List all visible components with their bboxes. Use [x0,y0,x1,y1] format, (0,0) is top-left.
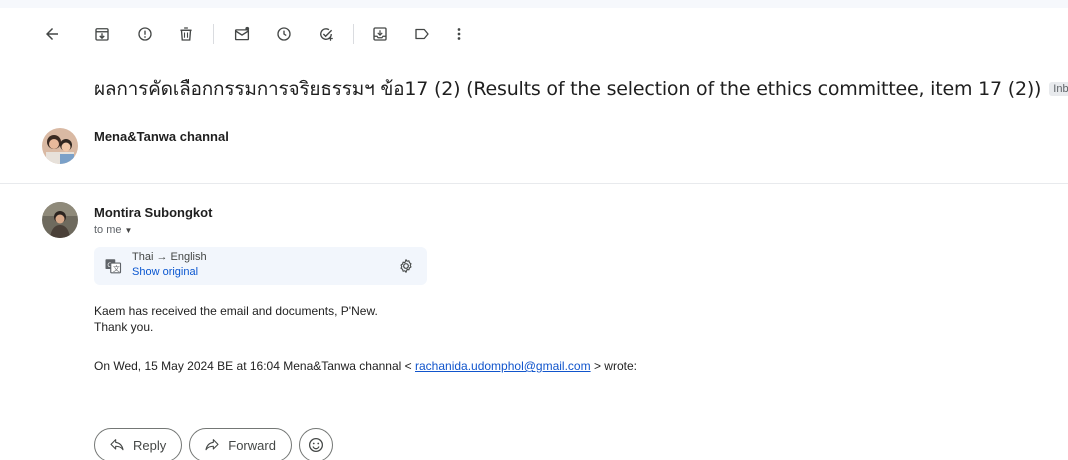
quote-email-link[interactable]: rachanida.udomphol@gmail.com [415,359,591,373]
reply-button[interactable]: Reply [94,428,183,460]
sender-name[interactable]: Mena&Tanwa channal [94,129,229,144]
top-band [0,0,1068,8]
forward-button[interactable]: Forward [189,428,292,460]
translate-icon: G 文 [105,259,122,274]
forward-icon [205,439,219,451]
message-toolbar [0,20,1068,48]
message-divider [0,183,1068,184]
add-to-tasks-icon[interactable] [312,20,340,48]
show-original-link[interactable]: Show original [132,266,198,278]
subject-row: ผลการคัดเลือกกรรมการจริยธรรมฯ ข้อ17 (2) … [94,75,1068,103]
avatar[interactable] [42,202,78,238]
label-chip-text: Inbox [1053,83,1068,95]
smiley-icon [308,437,323,453]
labels-icon[interactable] [408,20,436,48]
sender-name[interactable]: Montira Subongkot [94,205,212,220]
back-arrow-icon[interactable] [38,20,66,48]
message-body-line: Kaem has received the email and document… [94,304,378,318]
avatar[interactable] [42,128,78,164]
report-spam-icon[interactable] [131,20,159,48]
message-body-line: Thank you. [94,320,154,334]
gear-icon[interactable] [398,258,414,274]
quoted-attribution: On Wed, 15 May 2024 BE at 16:04 Mena&Tan… [94,359,637,373]
archive-icon[interactable] [88,20,116,48]
delete-icon[interactable] [172,20,200,48]
recipient-details-toggle[interactable]: to me ▼ [94,224,132,236]
chevron-down-icon: ▼ [124,225,133,235]
quote-prefix: On Wed, 15 May 2024 BE at 16:04 Mena&Tan… [94,359,412,373]
translation-banner: G 文 Thai → English Show original [94,247,427,285]
inbox-label-chip[interactable]: Inbox × [1049,82,1068,96]
toolbar-separator [353,24,354,44]
reply-actions: Reply Forward [94,428,333,460]
reply-label: Reply [133,437,167,453]
toolbar-separator [213,24,214,44]
email-subject: ผลการคัดเลือกกรรมการจริยธรรมฯ ข้อ17 (2) … [94,78,1042,100]
translation-languages: Thai → English [132,251,207,263]
recipient-text: to me [94,224,122,236]
quote-suffix: > wrote: [593,359,637,373]
reply-icon [110,439,124,451]
forward-label: Forward [228,437,276,453]
more-vert-icon[interactable] [445,20,473,48]
move-to-icon[interactable] [366,20,394,48]
emoji-reaction-button[interactable] [298,428,333,460]
mark-unread-icon[interactable] [228,20,256,48]
snooze-icon[interactable] [270,20,298,48]
svg-text:文: 文 [113,264,120,273]
